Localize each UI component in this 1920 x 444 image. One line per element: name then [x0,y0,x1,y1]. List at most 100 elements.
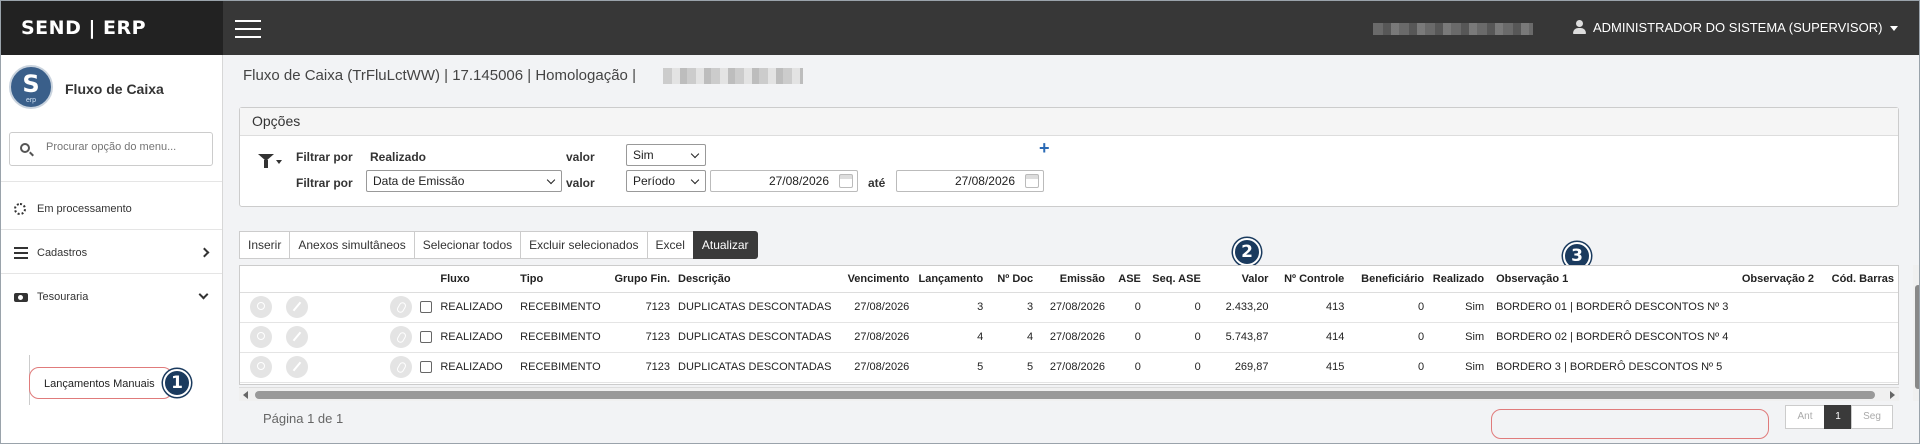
grid-table: Fluxo Tipo Grupo Fin. Descrição Vencimen… [240,266,1898,383]
col-n-controle[interactable]: Nº Controle [1272,266,1349,293]
cell-cod-barras [1818,322,1898,353]
cell-n-doc: 4 [987,322,1038,353]
table-row[interactable]: REALIZADO RECEBIMENTO 7123 DUPLICATAS DE… [240,322,1898,353]
date-from-input[interactable]: 27/08/2026 [710,170,858,192]
chevron-down-icon [198,289,209,300]
data-grid: Fluxo Tipo Grupo Fin. Descrição Vencimen… [239,265,1899,385]
cell-emissao: 27/08/2026 [1037,352,1109,383]
page-title: Fluxo de Caixa (TrFluLctWW) | 17.145006 … [243,67,636,84]
filter-label: Filtrar por [296,176,353,190]
cell-fluxo: REALIZADO [436,292,517,323]
edit-icon[interactable] [285,296,308,318]
scroll-thumb[interactable] [255,391,1875,399]
col-emissao[interactable]: Emissão [1037,266,1109,293]
menu-search-input[interactable] [46,141,206,153]
sidebar-item-label: Tesouraria [37,291,89,303]
view-icon[interactable] [249,296,272,318]
step-badge-1: 1 [163,369,191,397]
calendar-icon[interactable] [839,174,853,188]
col-lancamento[interactable]: Lançamento [913,266,988,293]
attachment-icon[interactable] [390,296,413,318]
page-1-button[interactable]: 1 [1824,405,1852,429]
pagination-text: Página 1 de 1 [263,411,344,426]
col-tipo[interactable]: Tipo [516,266,609,293]
col-descricao[interactable]: Descrição [674,266,836,293]
col-beneficiario[interactable]: Beneficiário [1348,266,1429,293]
realizado-select[interactable]: Sim [626,144,706,166]
attachment-icon[interactable] [390,326,413,348]
prev-page-button[interactable]: Ant [1785,405,1825,429]
view-icon[interactable] [249,326,272,348]
options-header: Opções [240,108,1898,136]
edit-icon[interactable] [285,356,308,378]
col-cod-barras[interactable]: Cód. Barras [1818,266,1898,293]
view-icon[interactable] [249,356,272,378]
row-checkbox[interactable] [420,361,433,374]
row-checkbox[interactable] [420,301,433,314]
atualizar-button[interactable]: Atualizar [692,231,758,259]
cell-seq-ase: 0 [1144,352,1205,383]
sidebar: Fluxo de Caixa Em processamento Cadastro… [1,55,223,443]
period-select[interactable]: Período [626,170,706,192]
cell-beneficiario: 0 [1348,292,1429,323]
date-to-value: 27/08/2026 [954,174,1015,188]
cell-ase: 0 [1108,322,1145,353]
observacao-highlight [1491,409,1769,439]
cell-emissao: 27/08/2026 [1037,292,1109,323]
attachment-icon[interactable] [390,356,413,378]
scroll-thumb[interactable] [1915,285,1919,389]
anexos-simultaneos-button[interactable]: Anexos simultâneos [289,231,415,259]
add-filter-plus-icon[interactable]: + [1039,139,1050,157]
cell-realizado: Sim [1428,322,1489,353]
horizontal-scrollbar[interactable] [239,387,1899,401]
hamburger-menu-icon[interactable] [235,20,261,38]
excluir-selecionados-button[interactable]: Excluir selecionados [520,231,648,259]
cell-observacao-2 [1734,292,1818,323]
cell-descricao: DUPLICATAS DESCONTADAS [674,352,836,383]
ate-label: até [868,176,886,190]
cell-valor: 269,87 [1204,352,1273,383]
calendar-icon[interactable] [1025,174,1039,188]
col-seq-ase[interactable]: Seq. ASE [1144,266,1205,293]
cell-grupo-fin: 7123 [608,352,675,383]
sidebar-item-tesouraria[interactable]: Tesouraria [1,277,222,317]
cell-fluxo: REALIZADO [436,322,517,353]
col-realizado[interactable]: Realizado [1428,266,1489,293]
scroll-right-icon[interactable] [1890,391,1895,399]
inserir-button[interactable]: Inserir [239,231,291,259]
sidebar-subitem-lancamentos-manuais[interactable]: Lançamentos Manuais [29,367,173,399]
selecionar-todos-button[interactable]: Selecionar todos [413,231,522,259]
cell-observacao-2 [1734,322,1818,353]
col-n-doc[interactable]: Nº Doc [987,266,1038,293]
user-menu[interactable]: ADMINISTRADOR DO SISTEMA (SUPERVISOR) [1573,1,1899,55]
sidebar-item-em-processamento[interactable]: Em processamento [1,189,222,229]
user-icon [1573,19,1586,34]
divider [1,181,222,182]
list-icon [14,247,28,259]
excel-button[interactable]: Excel [646,231,694,259]
edit-icon[interactable] [285,326,308,348]
filter-icon[interactable] [258,154,274,168]
cash-icon [14,293,28,302]
col-grupo-fin[interactable]: Grupo Fin. [608,266,675,293]
next-page-button[interactable]: Seg [1851,405,1893,429]
sidebar-item-cadastros[interactable]: Cadastros [1,233,222,273]
col-ase[interactable]: ASE [1108,266,1145,293]
date-to-input[interactable]: 27/08/2026 [896,170,1044,192]
col-valor[interactable]: Valor [1204,266,1273,293]
col-observacao-1[interactable]: Observação 1 [1488,266,1735,293]
cell-cod-barras [1818,352,1898,383]
cell-seq-ase: 0 [1144,292,1205,323]
vertical-scrollbar[interactable] [1913,265,1919,401]
filter-field-select[interactable]: Data de Emissão [366,170,562,192]
col-vencimento[interactable]: Vencimento [835,266,914,293]
col-observacao-2[interactable]: Observação 2 [1734,266,1818,293]
table-row[interactable]: REALIZADO RECEBIMENTO 7123 DUPLICATAS DE… [240,352,1898,383]
scroll-left-icon[interactable] [243,391,248,399]
table-row[interactable]: REALIZADO RECEBIMENTO 7123 DUPLICATAS DE… [240,292,1898,323]
col-fluxo[interactable]: Fluxo [436,266,517,293]
search-icon [20,143,30,153]
divider [1,273,222,274]
row-checkbox[interactable] [420,331,433,344]
menu-search[interactable] [9,132,213,166]
